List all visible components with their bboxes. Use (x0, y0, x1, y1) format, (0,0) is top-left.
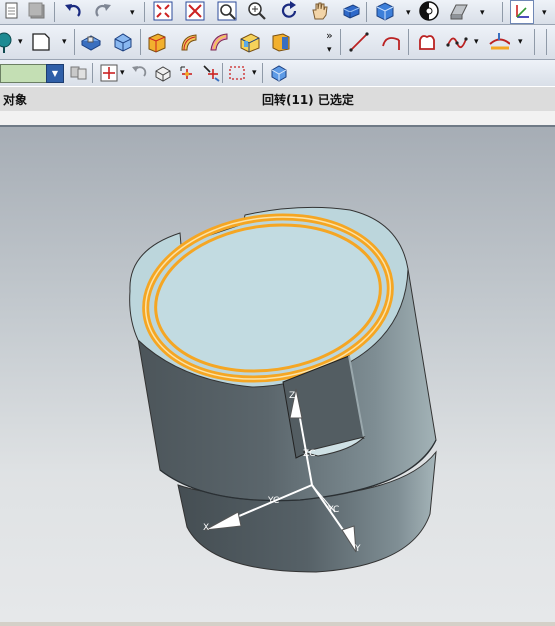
graphics-viewport[interactable]: Z ZC YC YC X Y (0, 127, 555, 622)
studio-spline-icon[interactable] (446, 31, 468, 53)
profile-icon[interactable] (416, 31, 438, 53)
axis-label-y: Y (354, 544, 361, 554)
display-style-icon[interactable] (418, 0, 440, 22)
snap-point-icon[interactable] (98, 62, 120, 84)
dropdown-icon[interactable]: ▾ (18, 37, 23, 47)
stack-icon[interactable] (26, 0, 48, 22)
separator (366, 2, 367, 22)
fit-view-icon[interactable] (152, 0, 174, 22)
tolerance-icon[interactable] (200, 62, 222, 84)
redo-icon[interactable] (92, 0, 114, 22)
separator (502, 2, 503, 22)
blend-solid-icon[interactable] (112, 31, 134, 53)
document-icon[interactable] (0, 0, 22, 22)
separator (74, 29, 75, 55)
point-icon[interactable] (0, 31, 16, 53)
separator (262, 63, 263, 83)
axis-label-yc-right: YC (327, 505, 339, 515)
status-bar: 对象 回转(11) 已选定 (0, 86, 555, 112)
dropdown-icon[interactable]: ▾ (480, 8, 485, 18)
shaded-view-icon[interactable] (340, 0, 362, 22)
standard-toolbar: ▾ ▾ ▾ ▾ (0, 0, 555, 25)
dropdown-icon[interactable]: ▾ (130, 8, 135, 18)
separator (408, 29, 409, 55)
separator (546, 29, 547, 55)
object-select-icon[interactable] (152, 62, 174, 84)
dropdown-icon[interactable]: ▾ (120, 68, 125, 78)
chevron-down-icon[interactable]: ▼ (46, 64, 64, 83)
extrude-icon[interactable] (146, 31, 168, 53)
separator (92, 63, 93, 83)
point-constructor-icon[interactable] (176, 62, 198, 84)
selection-box-icon[interactable] (226, 62, 248, 84)
undo-selection-icon[interactable] (128, 62, 150, 84)
pan-icon[interactable] (308, 0, 330, 22)
wcs-icon[interactable] (510, 0, 534, 24)
rotate-icon[interactable] (278, 0, 300, 22)
dropdown-icon[interactable]: ▾ (406, 8, 411, 18)
curve-analysis-icon[interactable] (488, 31, 510, 53)
axis-label-z: Z (289, 391, 295, 401)
zoom-in-out-icon[interactable] (246, 0, 268, 22)
thicken-icon[interactable] (270, 31, 292, 53)
zoom-icon[interactable] (216, 0, 238, 22)
axis-label-zc: ZC (303, 449, 315, 459)
line-icon[interactable] (348, 31, 370, 53)
toolbar-overflow-icon[interactable]: » (326, 29, 333, 42)
separator (144, 2, 145, 22)
dropdown-icon[interactable]: ▾ (474, 37, 479, 47)
axis-label-yc-left: YC (267, 496, 279, 506)
arc-icon[interactable] (380, 31, 402, 53)
separator (534, 29, 535, 55)
dropdown-icon[interactable]: ▾ (542, 8, 547, 18)
separator (54, 2, 55, 22)
axis-label-x: X (203, 523, 209, 533)
dropdown-icon[interactable]: ▾ (327, 45, 332, 55)
separator (340, 29, 341, 55)
cue-line (0, 111, 555, 125)
selection-scope-icon[interactable] (68, 62, 90, 84)
surface-mesh-icon[interactable] (238, 31, 260, 53)
sketch-plane-icon[interactable] (30, 31, 52, 53)
model-canvas[interactable]: Z ZC YC YC X Y (0, 127, 555, 622)
view-cube-icon[interactable] (374, 0, 396, 22)
selection-toolbar: ▼ ▾ ▾ (0, 60, 555, 87)
status-right-label: 回转(11) 已选定 (262, 93, 354, 107)
feature-toolbar: ▾ ▾ » ▾ ▾ ▾ (0, 25, 555, 60)
sweep-icon[interactable] (178, 31, 200, 53)
part-cube-icon[interactable] (268, 62, 290, 84)
undo-icon[interactable] (62, 0, 84, 22)
section-view-icon[interactable] (448, 0, 470, 22)
separator (222, 63, 223, 83)
dropdown-icon[interactable]: ▾ (252, 68, 257, 78)
dropdown-icon[interactable]: ▾ (518, 37, 523, 47)
status-left-label: 对象 (3, 93, 28, 107)
revolve-surface-icon[interactable] (208, 31, 230, 53)
block-feature-icon[interactable] (80, 31, 102, 53)
separator (140, 29, 141, 55)
dropdown-icon[interactable]: ▾ (62, 37, 67, 47)
zoom-box-icon[interactable] (184, 0, 206, 22)
